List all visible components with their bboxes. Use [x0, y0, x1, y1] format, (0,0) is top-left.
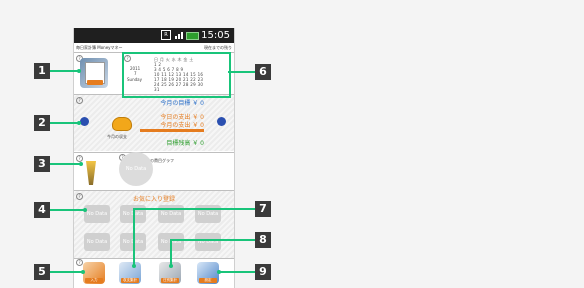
wallet-label: 今月の収支	[107, 134, 127, 139]
help-icon[interactable]: ?	[76, 97, 83, 104]
callout-line	[50, 122, 78, 124]
callout-3: 3	[34, 156, 50, 172]
callout-line	[133, 208, 255, 210]
dock-label: 入力	[85, 278, 103, 283]
bottom-dock: ? 入力 収支集計 日別集計 設定	[74, 258, 234, 288]
budget-section: ? 今月の収支 今月の目標 ￥ 0 今日の支出 ￥ 0 今月の支出 ￥ 0 目標…	[74, 94, 234, 151]
callout-dot	[77, 121, 81, 125]
dock-label: 日別集計	[161, 278, 179, 283]
summary-button[interactable]: 収支集計	[119, 262, 141, 284]
help-icon[interactable]: ?	[76, 259, 83, 266]
favorites-section: ? お気に入り登録 No Data No Data No Data No Dat…	[74, 190, 234, 259]
callout-dot	[132, 264, 136, 268]
callout-7: 7	[255, 201, 271, 217]
dock-label: 設定	[199, 278, 217, 283]
app-subtitle: 現在までの残り	[204, 45, 232, 50]
callout-dot	[83, 208, 87, 212]
remaining-balance: 目標残高 ￥ 0	[166, 140, 204, 147]
clock: 15:05	[201, 30, 230, 41]
month-expense: 今月の支出 ￥ 0	[160, 122, 204, 129]
prev-arrow-button[interactable]	[80, 117, 89, 126]
callout-dot	[81, 270, 85, 274]
status-bar: R 15:05	[74, 28, 234, 43]
notebook-icon[interactable]	[80, 58, 108, 88]
callout-dot	[169, 264, 173, 268]
callout-2: 2	[34, 115, 50, 131]
favorite-slot[interactable]: No Data	[84, 233, 110, 251]
callout-line	[218, 271, 255, 273]
favorite-slot[interactable]: No Data	[84, 205, 110, 223]
pie-chart-placeholder[interactable]: No Data	[119, 152, 153, 186]
favorite-slot[interactable]: No Data	[195, 233, 221, 251]
dock-label: 収支集計	[121, 278, 139, 283]
calendar-highlight-frame	[122, 52, 231, 98]
callout-line	[50, 271, 82, 273]
wallet-icon[interactable]	[112, 117, 132, 131]
favorites-title: お気に入り登録	[132, 196, 175, 203]
callout-4: 4	[34, 202, 50, 218]
callout-dot	[79, 162, 83, 166]
callout-5: 5	[34, 264, 50, 280]
input-button[interactable]: 入力	[83, 262, 105, 284]
battery-icon	[186, 32, 199, 40]
callout-line	[50, 163, 80, 165]
graph-section: ? ? 今月の費目グラフ	[74, 152, 234, 189]
settings-button[interactable]: 設定	[197, 262, 219, 284]
help-icon[interactable]: ?	[76, 155, 83, 162]
callout-6: 6	[255, 64, 271, 80]
signal-icon	[175, 31, 185, 39]
rom-icon: R	[161, 30, 171, 40]
callout-dot	[77, 69, 81, 73]
callout-line	[170, 239, 255, 241]
app-title: 毎日家計簿 Moneyマネー	[76, 45, 123, 50]
callout-line	[50, 209, 84, 211]
category-icon[interactable]	[86, 161, 96, 185]
callout-line	[170, 239, 172, 265]
progress-bar	[140, 129, 204, 132]
next-arrow-button[interactable]	[217, 117, 226, 126]
callout-line	[50, 70, 78, 72]
callout-9: 9	[255, 264, 271, 280]
callout-1: 1	[34, 63, 50, 79]
callout-dot	[217, 270, 221, 274]
monthly-target: 今月の目標 ￥ 0	[160, 100, 204, 107]
callout-8: 8	[255, 232, 271, 248]
callout-line	[133, 208, 135, 266]
callout-line	[228, 71, 255, 73]
